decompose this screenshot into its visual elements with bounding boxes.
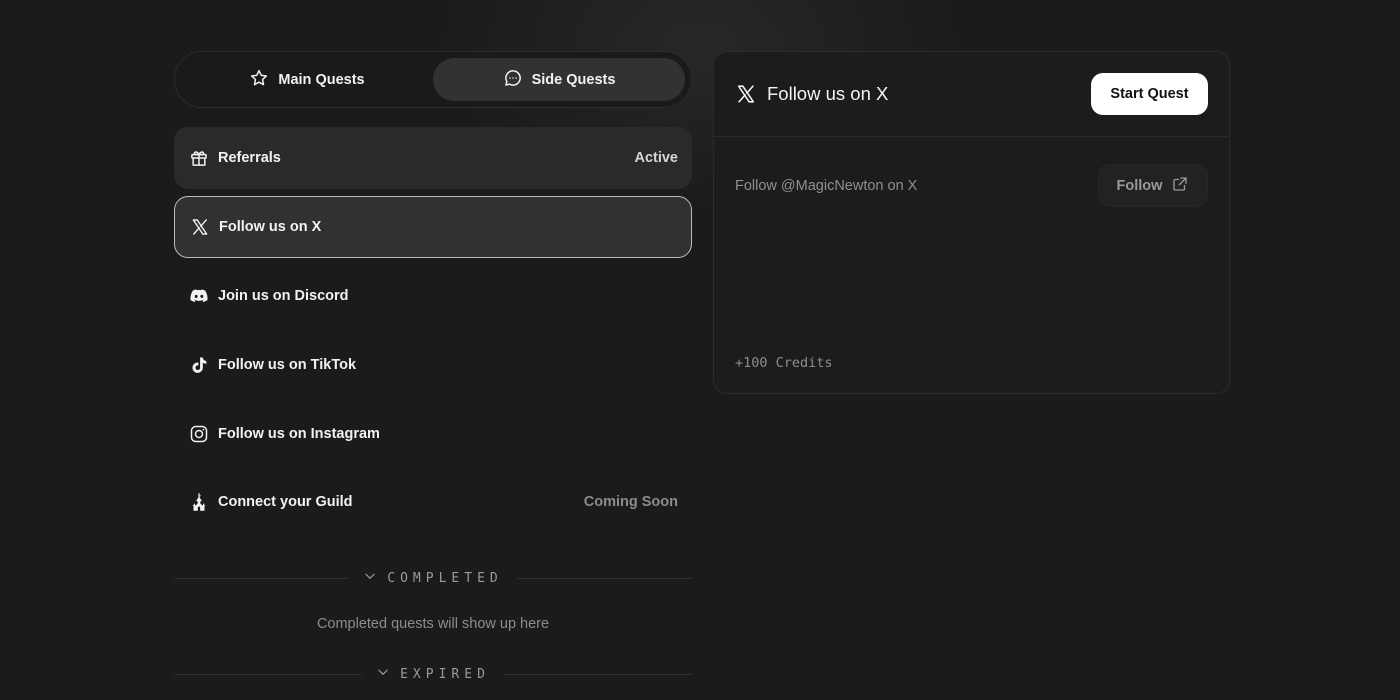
chevron-down-icon bbox=[376, 665, 390, 683]
tab-main-quests-label: Main Quests bbox=[278, 71, 365, 88]
quest-detail-title: Follow us on X bbox=[767, 83, 889, 104]
divider-line bbox=[503, 673, 693, 675]
tab-side-quests-label: Side Quests bbox=[531, 71, 616, 88]
expired-section-header[interactable]: EXPIRED bbox=[174, 664, 693, 684]
quest-label: Follow us on X bbox=[219, 219, 322, 235]
quest-item-referrals[interactable]: Referrals Active bbox=[174, 127, 692, 189]
quest-item-discord[interactable]: Join us on Discord bbox=[174, 265, 692, 327]
completed-empty-text: Completed quests will show up here bbox=[316, 616, 550, 632]
divider-line bbox=[516, 577, 693, 579]
quest-tabs: Main Quests Side Quests bbox=[174, 51, 692, 108]
quest-item-instagram[interactable]: Follow us on Instagram bbox=[174, 403, 692, 465]
quest-label: Referrals bbox=[218, 150, 281, 166]
discord-icon bbox=[188, 286, 209, 307]
follow-button-label: Follow bbox=[1116, 177, 1163, 194]
completed-section-label: COMPLETED bbox=[387, 570, 503, 586]
quest-label: Follow us on Instagram bbox=[218, 426, 380, 442]
completed-section-header[interactable]: COMPLETED bbox=[174, 568, 693, 588]
expired-section-label: EXPIRED bbox=[400, 666, 490, 682]
quest-status-badge: Coming Soon bbox=[583, 494, 678, 510]
x-logo-icon bbox=[189, 217, 210, 238]
instagram-icon bbox=[188, 424, 209, 445]
divider-line bbox=[174, 673, 363, 675]
quest-status-badge: Active bbox=[634, 150, 678, 166]
x-logo-icon bbox=[735, 83, 757, 105]
quest-item-follow-x[interactable]: Follow us on X bbox=[174, 196, 692, 258]
quest-task-row: Follow @MagicNewton on X Follow bbox=[735, 164, 1208, 207]
tiktok-icon bbox=[188, 355, 209, 376]
quest-label: Connect your Guild bbox=[218, 494, 353, 510]
quest-detail-header: Follow us on X Start Quest bbox=[714, 52, 1229, 137]
quest-task-text: Follow @MagicNewton on X bbox=[735, 177, 918, 194]
tab-side-quests[interactable]: Side Quests bbox=[433, 58, 685, 101]
quest-reward-credits: +100 Credits bbox=[735, 355, 833, 371]
quest-item-tiktok[interactable]: Follow us on TikTok bbox=[174, 334, 692, 396]
external-link-icon bbox=[1171, 175, 1189, 197]
divider-line bbox=[174, 577, 350, 579]
quest-item-guild[interactable]: Connect your Guild Coming Soon bbox=[174, 471, 692, 533]
tab-main-quests[interactable]: Main Quests bbox=[181, 58, 433, 101]
quest-detail-panel: Follow us on X Start Quest Follow @Magic… bbox=[713, 51, 1230, 394]
follow-button[interactable]: Follow bbox=[1098, 164, 1208, 207]
chevron-down-icon bbox=[363, 569, 377, 587]
castle-icon bbox=[188, 492, 209, 513]
star-icon bbox=[249, 68, 269, 92]
quest-label: Join us on Discord bbox=[218, 288, 349, 304]
chat-bubble-icon bbox=[503, 68, 523, 92]
quest-label: Follow us on TikTok bbox=[218, 357, 357, 373]
start-quest-button[interactable]: Start Quest bbox=[1091, 73, 1208, 115]
gift-icon bbox=[188, 148, 209, 169]
